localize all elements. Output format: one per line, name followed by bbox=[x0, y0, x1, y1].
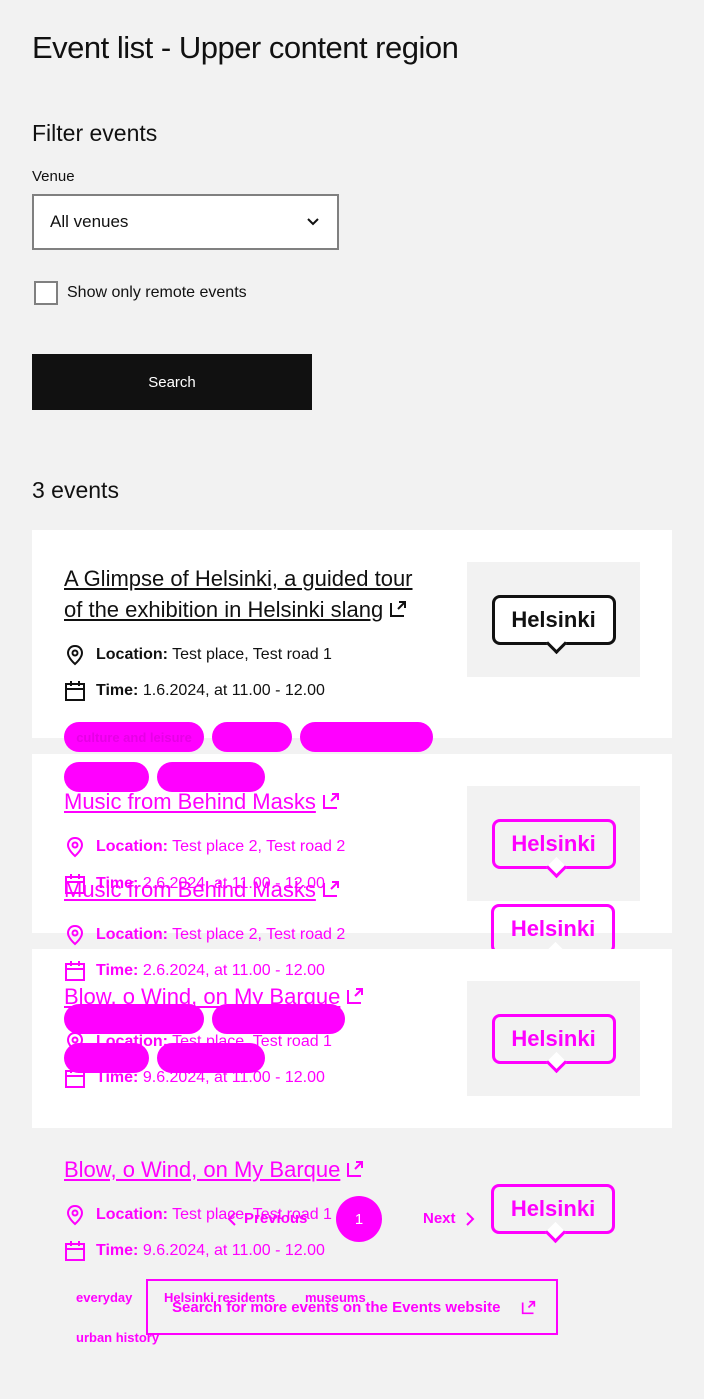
filter-heading: Filter events bbox=[32, 120, 158, 146]
pagination-previous[interactable]: Previous bbox=[226, 1210, 307, 1227]
tag-label: everyday bbox=[223, 729, 281, 745]
venue-select[interactable]: All venues bbox=[32, 194, 339, 250]
time-value: 9.6.2024, at 11.00 - 12.00 bbox=[142, 1069, 325, 1086]
external-link-icon bbox=[390, 601, 407, 617]
location-value: Test place 2, Test road 2 bbox=[172, 838, 346, 855]
event-image: Helsinki bbox=[467, 786, 640, 901]
helsinki-logo: Helsinki bbox=[491, 1184, 615, 1234]
event-location: Location: Test place 2, Test road 2 bbox=[64, 836, 345, 858]
tag[interactable]: culture and leisure bbox=[64, 722, 204, 752]
search-button[interactable]: Search bbox=[32, 354, 312, 410]
location-value: Test place, Test road 1 bbox=[172, 646, 332, 663]
event-time: Time: 9.6.2024, at 11.00 - 12.00 bbox=[64, 1067, 325, 1089]
tag[interactable] bbox=[212, 1004, 345, 1034]
event-title-link[interactable]: Music from Behind Masks bbox=[64, 786, 340, 817]
tag[interactable]: everyday bbox=[212, 722, 292, 752]
event-title-text: Blow, o Wind, on My Barque bbox=[64, 1157, 341, 1182]
event-image: Helsinki bbox=[491, 1184, 615, 1234]
location-pin-icon bbox=[66, 836, 84, 858]
time-value: 9.6.2024, at 11.00 - 12.00 bbox=[142, 1242, 325, 1259]
location-label: Location: bbox=[96, 1206, 168, 1223]
event-image: Helsinki bbox=[467, 562, 640, 677]
time-label: Time: bbox=[96, 1242, 139, 1259]
location-label: Location: bbox=[96, 838, 168, 855]
calendar-icon bbox=[65, 1068, 85, 1088]
helsinki-logo: Helsinki bbox=[491, 1013, 616, 1064]
event-image: Helsinki bbox=[491, 904, 615, 954]
helsinki-logo: Helsinki bbox=[491, 904, 615, 954]
external-link-icon bbox=[347, 988, 364, 1004]
tag-label: culture and leisure bbox=[76, 729, 192, 745]
chevron-right-icon bbox=[465, 1211, 474, 1226]
location-pin-icon bbox=[66, 1204, 84, 1226]
event-title-link[interactable]: A Glimpse of Helsinki, a guided tour of … bbox=[64, 563, 413, 625]
event-time: Time: 1.6.2024, at 11.00 - 12.00 bbox=[64, 680, 325, 702]
external-link-icon bbox=[347, 1161, 364, 1177]
time-label: Time: bbox=[96, 682, 139, 699]
time-label: Time: bbox=[96, 1069, 139, 1086]
calendar-icon bbox=[65, 961, 85, 981]
chevron-down-icon bbox=[307, 218, 319, 226]
location-label: Location: bbox=[96, 646, 168, 663]
remote-checkbox-label: Show only remote events bbox=[67, 284, 247, 301]
pagination-next[interactable]: Next bbox=[423, 1210, 476, 1227]
tag[interactable]: Helsinki residents bbox=[300, 722, 433, 752]
time-value: 1.6.2024, at 11.00 - 12.00 bbox=[142, 682, 325, 699]
helsinki-logo: Helsinki bbox=[491, 594, 616, 645]
tag[interactable]: everyday bbox=[76, 1290, 132, 1305]
event-time: Time: 9.6.2024, at 11.00 - 12.00 bbox=[64, 1240, 325, 1262]
more-events-link[interactable]: Search for more events on the Events web… bbox=[146, 1279, 558, 1335]
location-value: Test place 2, Test road 2 bbox=[172, 926, 346, 943]
event-title-line: A Glimpse of Helsinki, a guided tour bbox=[64, 566, 413, 591]
event-time: Time: 2.6.2024, at 11.00 - 12.00 bbox=[64, 960, 325, 982]
event-title-text: Music from Behind Masks bbox=[64, 789, 316, 814]
time-label: Time: bbox=[96, 962, 139, 979]
page-title: Event list - Upper content region bbox=[32, 30, 459, 65]
previous-label: Previous bbox=[244, 1210, 308, 1227]
event-location: Location: Test place 2, Test road 2 bbox=[64, 924, 345, 946]
event-title-text: Music from Behind Masks bbox=[64, 877, 316, 902]
event-title-link[interactable]: Music from Behind Masks bbox=[64, 874, 340, 905]
next-label: Next bbox=[423, 1210, 456, 1227]
helsinki-logo: Helsinki bbox=[491, 818, 616, 869]
more-events-label: Search for more events on the Events web… bbox=[172, 1298, 501, 1316]
venue-label: Venue bbox=[32, 168, 75, 185]
tag-label: Helsinki residents bbox=[310, 729, 423, 745]
location-pin-icon bbox=[66, 924, 84, 946]
location-label: Location: bbox=[96, 926, 168, 943]
calendar-icon bbox=[65, 1241, 85, 1261]
external-link-icon bbox=[322, 881, 339, 897]
external-link-icon bbox=[521, 1300, 536, 1315]
chevron-left-icon bbox=[227, 1211, 236, 1226]
location-pin-icon bbox=[66, 644, 84, 666]
tag[interactable] bbox=[64, 1004, 204, 1034]
external-link-icon bbox=[322, 793, 339, 809]
event-location: Location: Test place, Test road 1 bbox=[64, 644, 332, 666]
event-title-line: of the exhibition in Helsinki slang bbox=[64, 597, 384, 622]
event-title-link[interactable]: Blow, o Wind, on My Barque bbox=[64, 1154, 364, 1185]
remote-filter[interactable]: Show only remote events bbox=[34, 281, 247, 305]
event-image: Helsinki bbox=[467, 981, 640, 1096]
remote-checkbox[interactable] bbox=[34, 281, 58, 305]
results-count: 3 events bbox=[32, 477, 119, 503]
venue-select-value: All venues bbox=[50, 212, 129, 231]
calendar-icon bbox=[65, 681, 85, 701]
time-value: 2.6.2024, at 11.00 - 12.00 bbox=[142, 962, 325, 979]
pagination-current-page[interactable]: 1 bbox=[336, 1196, 382, 1242]
